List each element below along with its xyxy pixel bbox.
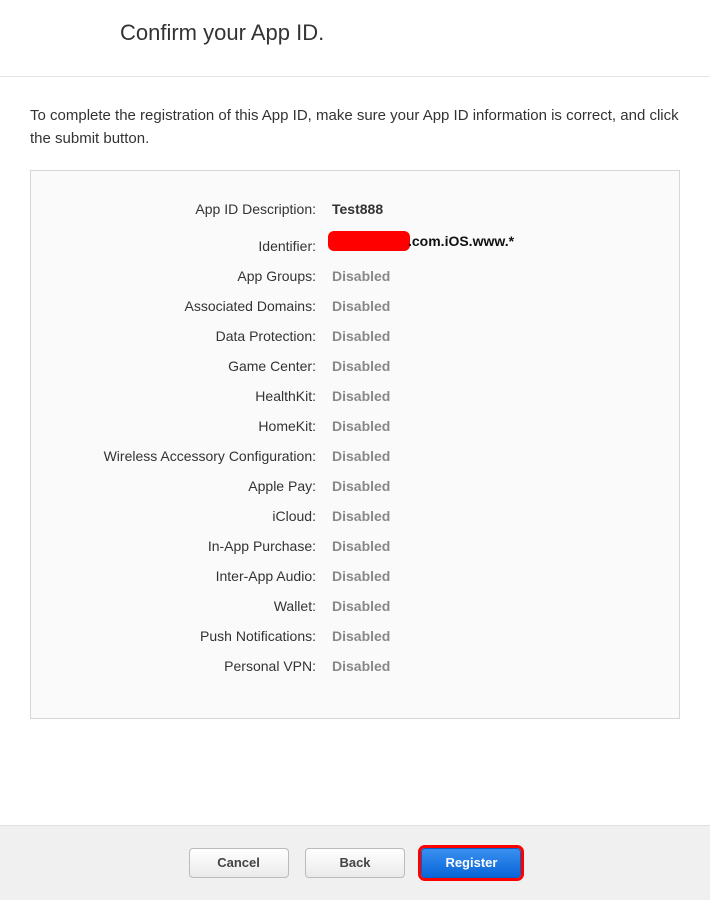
capability-label: App Groups: — [71, 268, 326, 284]
capabilities-list: App Groups:DisabledAssociated Domains:Di… — [71, 268, 639, 674]
redacted-block — [328, 231, 410, 251]
capability-label: Data Protection: — [71, 328, 326, 344]
label-identifier: Identifier: — [71, 238, 326, 254]
capability-row: App Groups:Disabled — [71, 268, 639, 284]
value-identifier: .com.iOS.www.* — [326, 231, 514, 251]
capability-row: In-App Purchase:Disabled — [71, 538, 639, 554]
details-panel: App ID Description: Test888 Identifier: … — [30, 170, 680, 719]
capability-label: HomeKit: — [71, 418, 326, 434]
capability-label: Apple Pay: — [71, 478, 326, 494]
capability-row: Personal VPN:Disabled — [71, 658, 639, 674]
capability-label: Associated Domains: — [71, 298, 326, 314]
capability-value: Disabled — [326, 628, 390, 644]
capability-value: Disabled — [326, 448, 390, 464]
capability-value: Disabled — [326, 388, 390, 404]
capability-value: Disabled — [326, 538, 390, 554]
capability-value: Disabled — [326, 268, 390, 284]
capability-value: Disabled — [326, 478, 390, 494]
capability-label: Push Notifications: — [71, 628, 326, 644]
capability-label: Inter-App Audio: — [71, 568, 326, 584]
capability-label: Wireless Accessory Configuration: — [71, 448, 326, 464]
capability-row: Wireless Accessory Configuration:Disable… — [71, 448, 639, 464]
page-title: Confirm your App ID. — [120, 20, 680, 46]
cancel-button[interactable]: Cancel — [189, 848, 289, 878]
capability-row: Apple Pay:Disabled — [71, 478, 639, 494]
header: Confirm your App ID. — [0, 0, 710, 77]
capability-value: Disabled — [326, 418, 390, 434]
capability-label: In-App Purchase: — [71, 538, 326, 554]
capability-label: iCloud: — [71, 508, 326, 524]
capability-value: Disabled — [326, 568, 390, 584]
capability-row: Associated Domains:Disabled — [71, 298, 639, 314]
capability-row: Inter-App Audio:Disabled — [71, 568, 639, 584]
intro-text: To complete the registration of this App… — [0, 77, 710, 170]
capability-row: Push Notifications:Disabled — [71, 628, 639, 644]
capability-value: Disabled — [326, 328, 390, 344]
row-identifier: Identifier: .com.iOS.www.* — [71, 231, 639, 254]
row-app-id-description: App ID Description: Test888 — [71, 201, 639, 217]
value-app-id-description: Test888 — [326, 201, 383, 217]
capability-label: Game Center: — [71, 358, 326, 374]
capability-row: HomeKit:Disabled — [71, 418, 639, 434]
identifier-suffix: .com.iOS.www.* — [408, 233, 514, 249]
capability-row: Data Protection:Disabled — [71, 328, 639, 344]
label-app-id-description: App ID Description: — [71, 201, 326, 217]
capability-value: Disabled — [326, 298, 390, 314]
capability-row: HealthKit:Disabled — [71, 388, 639, 404]
register-button[interactable]: Register — [421, 848, 521, 878]
capability-value: Disabled — [326, 658, 390, 674]
capability-row: Wallet:Disabled — [71, 598, 639, 614]
back-button[interactable]: Back — [305, 848, 405, 878]
capability-value: Disabled — [326, 508, 390, 524]
capability-label: HealthKit: — [71, 388, 326, 404]
capability-row: Game Center:Disabled — [71, 358, 639, 374]
capability-label: Wallet: — [71, 598, 326, 614]
capability-value: Disabled — [326, 358, 390, 374]
capability-label: Personal VPN: — [71, 658, 326, 674]
capability-value: Disabled — [326, 598, 390, 614]
footer-bar: Cancel Back Register — [0, 825, 710, 900]
capability-row: iCloud:Disabled — [71, 508, 639, 524]
